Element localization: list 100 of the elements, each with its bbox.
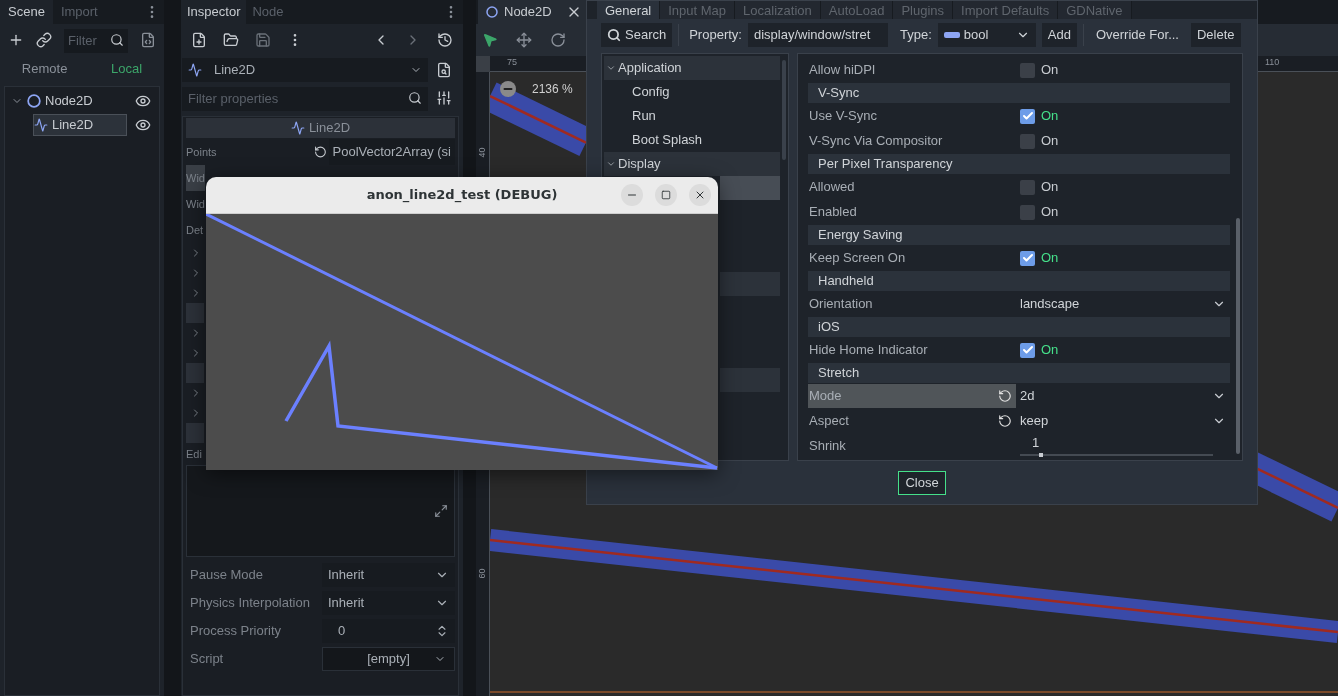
section-title: Handheld	[818, 272, 874, 291]
property-label: Points	[186, 144, 218, 160]
collapse-icon[interactable]	[606, 159, 616, 169]
ruler-label: 110	[1265, 58, 1280, 67]
new-file-icon[interactable]	[191, 32, 207, 48]
save-icon[interactable]	[255, 32, 271, 48]
category-row[interactable]: Display	[604, 152, 780, 176]
scrollbar[interactable]	[782, 60, 786, 160]
dock-tab[interactable]: Inspector	[181, 0, 247, 24]
dock-tab[interactable]: Scene	[0, 0, 53, 24]
add-icon[interactable]	[8, 32, 24, 48]
setting-label: Keep Screen On	[809, 249, 907, 268]
property-label: Property:	[689, 26, 742, 45]
tree-item[interactable]: Boot Splash	[628, 128, 780, 152]
checkbox[interactable]	[1020, 62, 1035, 78]
checkbox[interactable]	[1020, 204, 1035, 220]
revert-icon[interactable]	[998, 389, 1012, 403]
toolbar-button[interactable]: Override For...	[1089, 23, 1185, 47]
slider-value[interactable]: 1	[1032, 435, 1226, 451]
property-label: Wid	[186, 196, 205, 212]
section-title: V-Sync	[818, 84, 860, 103]
checkbox-label: On	[1041, 341, 1059, 360]
close-button[interactable]	[689, 184, 711, 206]
history-icon[interactable]	[437, 32, 453, 48]
expand-icon[interactable]	[434, 504, 448, 518]
zoom-level[interactable]: 2136 %	[532, 80, 573, 98]
mode-button[interactable]: Local	[111, 59, 143, 79]
search-button[interactable]: Search	[601, 23, 673, 47]
checkbox[interactable]	[1020, 179, 1035, 195]
ruler-label: 75	[507, 58, 517, 67]
ruler-corner	[476, 56, 490, 72]
property-label: Process Priority	[189, 622, 283, 641]
document-search-icon[interactable]	[436, 62, 452, 78]
spin-field[interactable]: 0	[322, 619, 455, 643]
property-label: Physics Interpolation	[189, 594, 311, 613]
type-icon	[943, 31, 960, 39]
dropdown[interactable]: Inherit	[322, 591, 455, 615]
dropdown[interactable]: Inherit	[322, 563, 455, 587]
section-title: Energy Saving	[818, 226, 903, 245]
checkbox-label: On	[1041, 249, 1059, 268]
circle-icon	[486, 6, 498, 18]
setting-label: Enabled	[809, 203, 858, 222]
sliders-icon[interactable]	[436, 90, 452, 106]
slider-thumb[interactable]	[1039, 453, 1044, 457]
close-button[interactable]: Close	[898, 471, 946, 495]
revert-icon[interactable]	[998, 414, 1012, 428]
type-dropdown[interactable]: bool	[937, 23, 1036, 47]
property-label: Script	[189, 650, 225, 669]
zigzag-icon	[34, 118, 48, 132]
close-icon	[694, 189, 706, 201]
tree-item[interactable]: Node2D	[27, 90, 127, 112]
select-tool-icon[interactable]	[482, 32, 498, 48]
script-add-icon[interactable]	[140, 32, 156, 48]
tree-item[interactable]: Config	[628, 80, 780, 104]
folder-icon[interactable]	[223, 32, 239, 48]
eye-icon[interactable]	[135, 93, 151, 109]
checkbox[interactable]	[1020, 342, 1035, 358]
link-icon[interactable]	[36, 32, 52, 48]
search-icon	[408, 91, 422, 105]
tree-item[interactable]: Line2D	[33, 114, 127, 136]
scrollbar[interactable]	[1236, 218, 1240, 454]
zigzag-icon	[290, 121, 305, 135]
section-title: iOS	[818, 318, 840, 337]
property-label: Edi	[186, 446, 202, 462]
filter-field[interactable]: Filter	[64, 28, 128, 53]
type-label: Type:	[899, 26, 932, 45]
checkbox-label: On	[1041, 61, 1059, 80]
checkbox[interactable]	[1020, 108, 1035, 124]
toolbar-button[interactable]: Delete	[1190, 23, 1241, 47]
object-dropdown[interactable]: Line2D	[182, 58, 428, 82]
setting-label: Allowed	[809, 178, 856, 197]
search-icon	[607, 28, 621, 42]
zoom-out-button[interactable]	[500, 81, 516, 97]
checkbox[interactable]	[1020, 250, 1035, 266]
toolbar-button[interactable]: Add	[1041, 23, 1077, 47]
move-tool-icon[interactable]	[516, 32, 532, 48]
dropdown[interactable]: [empty]	[322, 647, 455, 671]
maximize-button[interactable]	[655, 184, 677, 206]
settings-tab[interactable]: General	[597, 1, 661, 19]
ruler-label: 60	[478, 568, 487, 579]
collapse-icon[interactable]	[606, 63, 616, 73]
category-row[interactable]: Application	[604, 56, 780, 80]
property-label: Pause Mode	[189, 566, 264, 585]
mode-button[interactable]: Remote	[21, 59, 68, 79]
setting-label: Orientation	[809, 295, 874, 314]
setting-label: Use V-Sync	[809, 107, 878, 126]
minimize-button[interactable]	[621, 184, 643, 206]
window-title: anon_line2d_test (DEBUG)	[366, 186, 558, 205]
circle-icon	[27, 94, 41, 108]
property-field[interactable]: display/window/stret	[747, 23, 888, 47]
checkbox[interactable]	[1020, 133, 1035, 149]
maximize-icon	[661, 190, 671, 200]
property-value[interactable]: PoolVector2Array (si	[328, 139, 455, 165]
eye-icon[interactable]	[135, 117, 151, 133]
section-title: Per Pixel Transparency	[818, 155, 953, 174]
rotate-tool-icon[interactable]	[550, 32, 566, 48]
tree-item[interactable]: Run	[628, 104, 780, 128]
revert-icon[interactable]	[313, 145, 327, 159]
checkbox-label: On	[1041, 107, 1059, 126]
filter-field[interactable]: Filter properties	[182, 86, 428, 111]
